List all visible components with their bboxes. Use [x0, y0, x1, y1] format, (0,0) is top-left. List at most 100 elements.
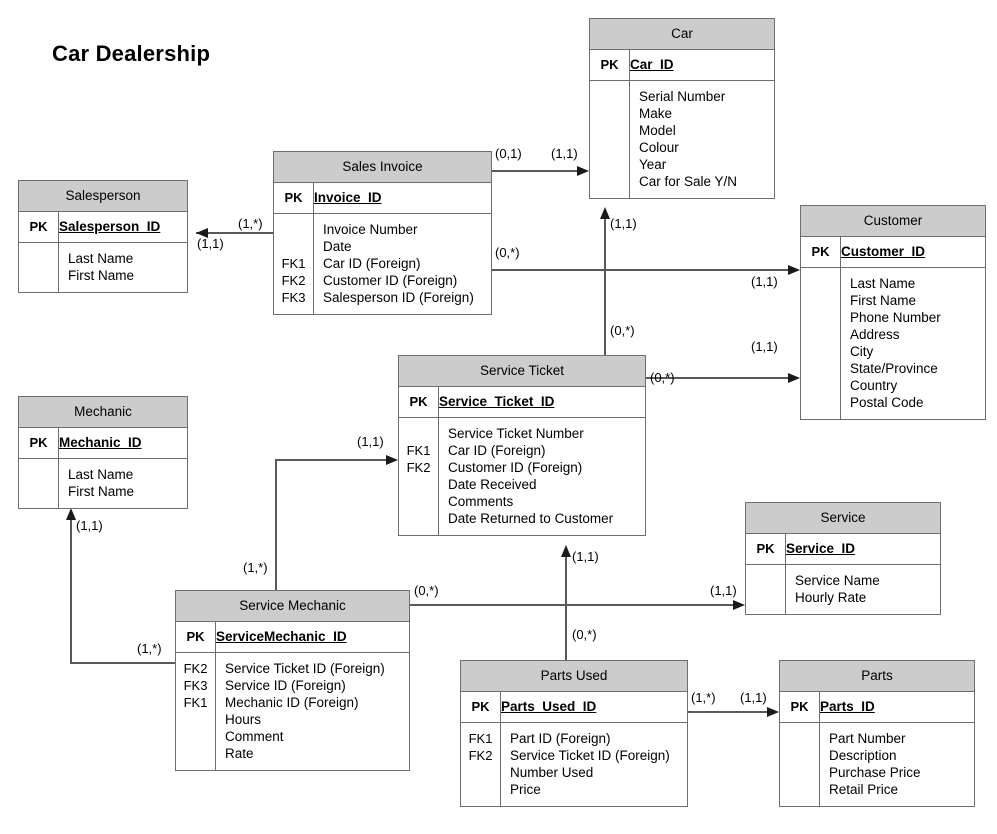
attr-key — [780, 781, 819, 798]
entity-car[interactable]: Car PK Car_ID Serial Number Make Model C… — [589, 18, 775, 199]
attr-key — [780, 764, 819, 781]
cardinality-invoice-to-salesperson-source: (1,*) — [238, 216, 263, 231]
line-ticket-to-car — [600, 207, 610, 355]
line-servicemechanic-to-service — [410, 600, 745, 610]
pk-field-mechanic: Mechanic_ID — [59, 434, 142, 450]
attr-key — [19, 267, 58, 284]
attribute-row: First Name — [68, 483, 135, 499]
attr-key — [176, 745, 215, 762]
attribute-row: Service Name — [795, 572, 880, 588]
attribute-row: Number Used — [510, 764, 594, 780]
entity-title-customer: Customer — [801, 206, 985, 237]
attribute-row: First Name — [850, 292, 917, 308]
pk-label-sales-invoice: PK — [284, 189, 303, 205]
pk-field-service: Service_ID — [786, 540, 856, 556]
entity-title-parts-used: Parts Used — [461, 661, 687, 692]
attr-key — [399, 510, 438, 527]
attr-key — [801, 360, 840, 377]
pk-field-customer: Customer_ID — [841, 243, 926, 259]
line-partsused-to-parts — [688, 707, 779, 717]
attr-key — [801, 292, 840, 309]
entity-title-salesperson: Salesperson — [19, 181, 187, 212]
pk-field-car: Car_ID — [630, 56, 674, 72]
attribute-row: Phone Number — [850, 309, 941, 325]
attr-key: FK2 — [183, 660, 208, 676]
cardinality-ticket-to-customer-source: (0,*) — [650, 370, 675, 385]
attr-key: FK1 — [183, 694, 208, 710]
attribute-row: Date Received — [448, 476, 537, 492]
attribute-row: Comment — [225, 728, 284, 744]
attr-key — [801, 394, 840, 411]
entity-title-mechanic: Mechanic — [19, 397, 187, 428]
attribute-row: Part Number — [829, 730, 906, 746]
attribute-row: Customer ID (Foreign) — [448, 459, 583, 475]
cardinality-invoice-to-customer-source: (0,*) — [495, 245, 520, 260]
attr-key — [801, 275, 840, 292]
attribute-row: Invoice Number — [323, 221, 418, 237]
attr-key — [746, 589, 785, 606]
cardinality-servicemechanic-to-service-source: (0,*) — [414, 583, 439, 598]
attr-key: FK3 — [281, 289, 306, 305]
cardinality-servicemechanic-to-mechanic-target: (1,1) — [76, 518, 103, 533]
entity-customer[interactable]: Customer PK Customer_ID Last Name First … — [800, 205, 986, 420]
entity-salesperson[interactable]: Salesperson PK Salesperson_ID Last Name … — [18, 180, 188, 293]
er-diagram-canvas: Car Dealership Salesperson PK Salesperso… — [0, 0, 997, 834]
attr-key: FK1 — [468, 730, 493, 746]
attr-key — [399, 493, 438, 510]
entity-parts-used[interactable]: Parts Used PK FK1 FK2 Parts_Used_ID Part… — [460, 660, 688, 807]
attribute-row: Service ID (Foreign) — [225, 677, 346, 693]
pk-label-service-mechanic: PK — [186, 628, 205, 644]
entity-parts[interactable]: Parts PK Parts_ID Part Number Descriptio… — [779, 660, 975, 807]
attribute-row: Serial Number — [639, 88, 726, 104]
attr-key — [19, 483, 58, 500]
pk-label-customer: PK — [811, 243, 830, 259]
attr-key — [176, 728, 215, 745]
entity-title-service: Service — [746, 503, 940, 534]
cardinality-partsused-to-ticket-source: (0,*) — [572, 627, 597, 642]
cardinality-ticket-to-customer-target: (1,1) — [751, 339, 778, 354]
attribute-row: Mechanic ID (Foreign) — [225, 694, 359, 710]
cardinality-ticket-to-car-source: (0,*) — [610, 323, 635, 338]
entity-service-ticket[interactable]: Service Ticket PK FK1 FK2 Service_Ticket… — [398, 355, 646, 536]
pk-label-salesperson: PK — [29, 218, 48, 234]
pk-field-parts-used: Parts_Used_ID — [501, 698, 597, 714]
entity-sales-invoice[interactable]: Sales Invoice PK FK1 FK2 FK3 Invoice_ID — [273, 151, 492, 315]
attr-key — [801, 377, 840, 394]
attribute-row: Part ID (Foreign) — [510, 730, 611, 746]
cardinality-partsused-to-ticket-target: (1,1) — [572, 549, 599, 564]
entity-title-car: Car — [590, 19, 774, 50]
attribute-row: Comments — [448, 493, 514, 509]
entity-title-service-mechanic: Service Mechanic — [176, 591, 409, 622]
entity-title-parts: Parts — [780, 661, 974, 692]
attr-key — [399, 425, 438, 442]
attribute-row: Service Ticket ID (Foreign) — [225, 660, 385, 676]
entity-title-sales-invoice: Sales Invoice — [274, 152, 491, 183]
attr-key — [780, 730, 819, 747]
entity-mechanic[interactable]: Mechanic PK Mechanic_ID Last Name First … — [18, 396, 188, 509]
attribute-row: Car for Sale Y/N — [639, 173, 738, 189]
line-servicemechanic-to-ticket — [275, 455, 398, 590]
attribute-row: Make — [639, 105, 673, 121]
line-invoice-to-car — [492, 166, 589, 176]
attribute-row: Description — [829, 747, 897, 763]
attr-key — [274, 238, 313, 255]
pk-label-parts: PK — [790, 698, 809, 714]
attribute-row: Last Name — [68, 466, 134, 482]
entity-service[interactable]: Service PK Service_ID Service Name Hourl… — [745, 502, 941, 615]
entity-service-mechanic[interactable]: Service Mechanic PK FK2 FK3 FK1 ServiceM… — [175, 590, 410, 771]
attr-key: FK1 — [281, 255, 306, 271]
attribute-row: Rate — [225, 745, 254, 761]
pk-label-mechanic: PK — [29, 434, 48, 450]
attribute-row: Last Name — [850, 275, 916, 291]
cardinality-invoice-to-car-target: (1,1) — [551, 146, 578, 161]
pk-label-service-ticket: PK — [409, 393, 428, 409]
attribute-row: Car ID (Foreign) — [448, 442, 546, 458]
attr-key — [780, 747, 819, 764]
attr-key — [461, 781, 500, 798]
attr-key — [746, 572, 785, 589]
attribute-row: Price — [510, 781, 541, 797]
attr-key — [176, 711, 215, 728]
cardinality-invoice-to-customer-target: (1,1) — [751, 274, 778, 289]
pk-field-service-mechanic: ServiceMechanic_ID — [216, 628, 347, 644]
cardinality-servicemechanic-to-ticket-target: (1,1) — [357, 434, 384, 449]
